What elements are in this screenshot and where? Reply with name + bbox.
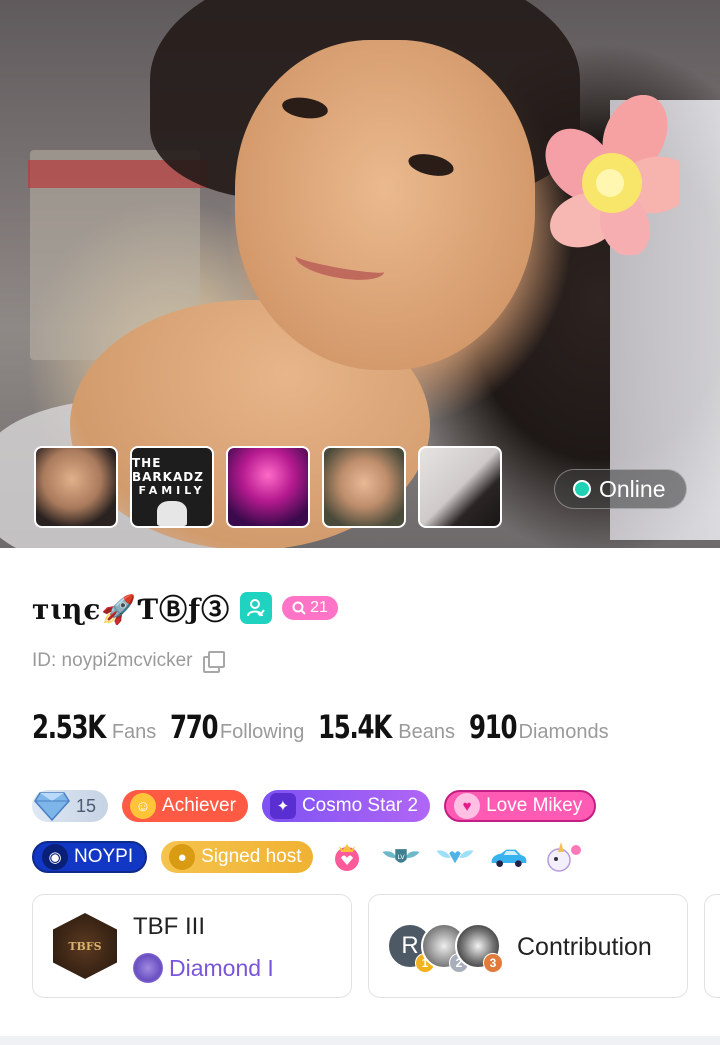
top-contributors: R 1 2 3	[387, 923, 507, 973]
car-medal-icon[interactable]	[489, 840, 529, 874]
fans-label: Fans	[111, 721, 157, 743]
winged-heart-medal-icon[interactable]	[435, 840, 475, 874]
family-name: TBF III	[133, 913, 205, 940]
rank-3-badge: 3	[483, 953, 503, 973]
diamonds-label: Diamonds	[518, 721, 609, 743]
noypi-badge[interactable]: ◉ NOYPI	[32, 841, 148, 873]
cosmo-star-label: Cosmo Star 2	[301, 795, 419, 816]
heart-icon: ♥	[454, 793, 481, 819]
section-divider	[0, 1036, 720, 1045]
diamond-icon	[34, 792, 70, 821]
thumbnail-caption-line1: THE BARKADZ	[132, 456, 204, 484]
badge-row-1: 15 ☺ Achiever ✦ Cosmo Star 2 ♥ Love Mike…	[32, 790, 597, 822]
profile-name: ᴛɩɳє🚀ƬⒷƒ③	[32, 593, 231, 626]
online-status-label: Online	[599, 475, 666, 502]
winged-shield-medal-icon[interactable]: LV	[381, 840, 421, 874]
diamond-level-value: 15	[76, 795, 97, 816]
subject-face	[235, 40, 535, 370]
following-label: Following	[219, 721, 305, 743]
photo-thumbnail-2[interactable]: THE BARKADZ FAMILY	[130, 446, 214, 528]
beans-count[interactable]: 15.4K	[318, 708, 392, 746]
contribution-label: Contribution	[517, 933, 652, 961]
photo-thumbnail-3[interactable]	[226, 446, 310, 528]
medal-icon: ●	[169, 844, 196, 870]
profile-name-row: ᴛɩɳє🚀ƬⒷƒ③ 21	[32, 588, 338, 628]
user-level-value: 21	[310, 599, 328, 616]
flower-hair-accessory	[545, 95, 680, 255]
photo-thumbnail-4[interactable]	[322, 446, 406, 528]
user-id-row: ID: noypi2mcvicker	[32, 650, 225, 673]
family-logo: TBFS	[53, 913, 117, 979]
online-dot-icon	[573, 480, 591, 498]
love-label: Love Mikey	[486, 795, 583, 816]
cosmo-star-icon: ✦	[269, 793, 296, 819]
photo-thumbnail-5[interactable]	[418, 446, 502, 528]
user-level-badge[interactable]: 21	[282, 596, 338, 620]
contribution-card[interactable]: R 1 2 3 Contribution	[368, 894, 688, 998]
crown-icon	[292, 601, 306, 615]
achiever-icon: ☺	[130, 793, 157, 819]
beans-label: Beans	[398, 721, 455, 743]
achiever-label: Achiever	[162, 795, 236, 816]
family-logo-text: TBFS	[68, 939, 102, 953]
user-id-text: ID: noypi2mcvicker	[32, 650, 193, 671]
badge-row-2: ◉ NOYPI ● Signed host LV	[32, 840, 583, 874]
love-badge[interactable]: ♥ Love Mikey	[444, 790, 597, 822]
diamond-level-badge[interactable]: 15	[32, 790, 109, 822]
profile-cover-photo[interactable]: THE BARKADZ FAMILY Online	[0, 0, 720, 548]
diamonds-count[interactable]: 910	[469, 708, 518, 746]
signed-host-label: Signed host	[201, 846, 302, 867]
signed-host-badge[interactable]: ● Signed host	[161, 841, 314, 873]
thumbnail-caption-line2: FAMILY	[138, 484, 206, 497]
family-rank: Diamond I	[133, 953, 274, 983]
family-card[interactable]: TBFS TBF III Diamond I	[32, 894, 352, 998]
family-rank-label: Diamond I	[169, 954, 274, 981]
following-count[interactable]: 770	[170, 708, 219, 746]
achiever-badge[interactable]: ☺ Achiever	[122, 790, 248, 822]
thumbnail-figure	[157, 501, 187, 526]
diamond-rank-icon	[133, 953, 163, 983]
online-status-badge: Online	[554, 469, 687, 509]
contributor-initial-1: R	[401, 932, 419, 959]
photo-thumbnail-strip: THE BARKADZ FAMILY	[34, 446, 502, 528]
fans-count[interactable]: 2.53K	[32, 708, 106, 746]
photo-thumbnail-1[interactable]	[34, 446, 118, 528]
copy-icon[interactable]	[202, 651, 225, 673]
next-card-peek[interactable]	[704, 894, 720, 998]
noypi-label: NOYPI	[74, 846, 134, 867]
heart-crown-medal-icon[interactable]	[327, 840, 367, 874]
cosmo-star-badge[interactable]: ✦ Cosmo Star 2	[261, 790, 431, 822]
profile-stats: 2.53K Fans 770 Following 15.4K Beans 910…	[32, 708, 623, 746]
unicorn-medal-icon[interactable]	[543, 840, 583, 874]
svg-text:LV: LV	[398, 853, 406, 861]
person-check-icon[interactable]	[240, 592, 273, 624]
eye-icon: ◉	[42, 844, 68, 870]
contributor-avatar-3: 3	[455, 923, 503, 973]
